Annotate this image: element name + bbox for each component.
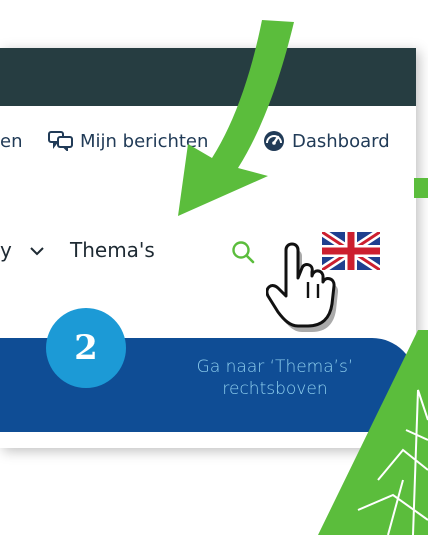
arrow-icon (178, 20, 428, 216)
hand-pointer-icon (266, 242, 339, 332)
tutorial-screenshot: en Mijn berichten Dashboard y Thema's Ga… (0, 0, 428, 535)
